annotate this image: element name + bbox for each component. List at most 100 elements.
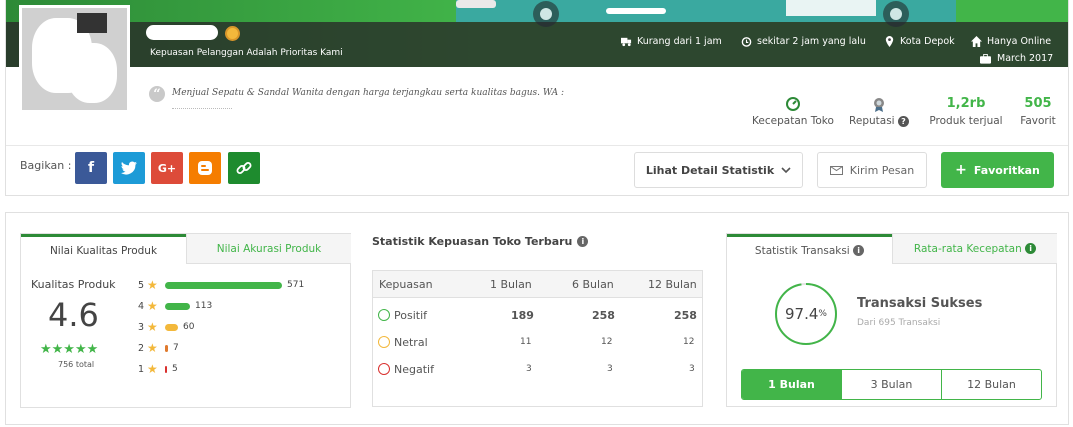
location-pin-icon bbox=[885, 36, 894, 47]
rating-bar bbox=[165, 344, 168, 352]
sold-stat: 1,2rb Produk terjual bbox=[925, 96, 1007, 127]
shop-channel: Hanya Online bbox=[971, 36, 1051, 47]
star-icon: ★ bbox=[147, 341, 158, 355]
favorite-stat: 505 Favorit bbox=[1015, 96, 1061, 127]
rating-count: 60 bbox=[183, 322, 195, 332]
transaction-title: Transaksi Sukses bbox=[857, 296, 983, 311]
send-message-label: Kirim Pesan bbox=[849, 163, 915, 177]
shop-since: March 2017 bbox=[980, 53, 1053, 64]
rating-row-2: 2 ★ 7 bbox=[138, 341, 179, 355]
link-icon bbox=[236, 162, 252, 174]
facebook-icon: f bbox=[87, 160, 95, 176]
rating-bar bbox=[165, 281, 282, 289]
gold-merchant-badge-icon bbox=[225, 26, 240, 41]
shop-name[interactable] bbox=[146, 25, 218, 40]
chevron-down-icon bbox=[781, 166, 791, 173]
table-cell: 3 bbox=[526, 364, 532, 374]
table-cell: 12 bbox=[683, 337, 695, 347]
quote-icon: “ bbox=[149, 86, 165, 102]
transaction-panel: Statistik Transaksi i Rata-rata Kecepata… bbox=[726, 233, 1057, 407]
tab-label: Rata-rata Kecepatan bbox=[913, 242, 1022, 255]
table-cell: 258 bbox=[674, 309, 697, 322]
reputation-medal-icon bbox=[874, 98, 884, 112]
info-icon: i bbox=[853, 245, 865, 256]
twitter-icon bbox=[121, 161, 137, 175]
last-online: sekitar 2 jam yang lalu bbox=[741, 36, 866, 47]
google-plus-share-button[interactable]: G+ bbox=[151, 152, 183, 184]
star-icon: ★ bbox=[147, 320, 158, 334]
speed-stat[interactable]: Kecepatan Toko bbox=[749, 96, 837, 127]
share-label: Bagikan : bbox=[20, 159, 72, 172]
favorite-stat-label: Favorit bbox=[1020, 115, 1056, 127]
product-quality-panel: Nilai Kualitas Produk Nilai Akurasi Prod… bbox=[20, 233, 351, 408]
star-icon: ★ bbox=[147, 362, 158, 376]
info-icon[interactable]: i bbox=[577, 236, 589, 247]
table-cell: 3 bbox=[689, 364, 695, 374]
neutral-face-icon bbox=[378, 336, 390, 348]
facebook-share-button[interactable]: f bbox=[75, 152, 107, 184]
period-1-month[interactable]: 1 Bulan bbox=[742, 370, 841, 399]
quality-title: Kualitas Produk bbox=[31, 278, 116, 291]
info-icon: i bbox=[1025, 243, 1037, 254]
twitter-share-button[interactable] bbox=[113, 152, 145, 184]
satisfaction-title: Statistik Kepuasan Toko Terbaru i bbox=[372, 235, 589, 248]
rating-bar bbox=[165, 365, 167, 373]
satisfaction-table: Kepuasan 1 Bulan 6 Bulan 12 Bulan Positi… bbox=[372, 270, 703, 407]
help-icon[interactable]: ? bbox=[897, 116, 909, 127]
favorite-stat-value: 505 bbox=[1024, 96, 1052, 111]
period-12-months[interactable]: 12 Bulan bbox=[941, 370, 1041, 399]
table-cell: 258 bbox=[592, 309, 615, 322]
row-label: Netral bbox=[394, 336, 428, 349]
shop-tagline: Kepuasan Pelanggan Adalah Prioritas Kami bbox=[150, 48, 343, 58]
rating-star-number: 4 bbox=[138, 300, 145, 312]
rating-count: 113 bbox=[195, 301, 213, 311]
blogger-icon bbox=[198, 161, 212, 175]
favorite-button-label: Favoritkan bbox=[973, 163, 1040, 177]
shop-statistics-card: Nilai Kualitas Produk Nilai Akurasi Prod… bbox=[5, 212, 1069, 425]
speedometer-icon bbox=[786, 97, 800, 111]
column-header: 1 Bulan bbox=[490, 278, 532, 291]
rating-count: 7 bbox=[173, 343, 179, 353]
success-rate-unit: % bbox=[818, 309, 827, 319]
success-rate-number: 97.4 bbox=[785, 305, 819, 323]
detail-statistics-label: Lihat Detail Statistik bbox=[645, 163, 775, 177]
column-header: 6 Bulan bbox=[572, 278, 614, 291]
shop-description: Menjual Sepatu & Sandal Wanita dengan ha… bbox=[172, 88, 565, 98]
shop-description-continued bbox=[172, 108, 232, 112]
success-rate-value: 97.4% bbox=[774, 282, 838, 346]
tab-product-quality[interactable]: Nilai Kualitas Produk bbox=[21, 234, 186, 264]
star-rating-icon: ★★★★★ bbox=[40, 342, 99, 357]
rating-star-number: 1 bbox=[138, 363, 145, 375]
shop-header-card: Kepuasan Pelanggan Adalah Prioritas Kami… bbox=[5, 0, 1069, 196]
table-cell: 3 bbox=[607, 364, 613, 374]
sold-stat-value: 1,2rb bbox=[946, 96, 986, 111]
tab-average-speed[interactable]: Rata-rata Kecepatan i bbox=[892, 234, 1057, 264]
rating-star-number: 5 bbox=[138, 279, 145, 291]
send-message-button[interactable]: Kirim Pesan bbox=[817, 152, 927, 188]
table-cell: 189 bbox=[511, 309, 534, 322]
transaction-subtitle: Dari 695 Transaksi bbox=[857, 318, 941, 328]
reputation-stat-label: Reputasi bbox=[849, 115, 895, 127]
rating-row-3: 3 ★ 60 bbox=[138, 320, 194, 334]
sold-stat-label: Produk terjual bbox=[929, 115, 1003, 127]
rating-star-number: 3 bbox=[138, 321, 145, 333]
table-row-negative: Negatif bbox=[378, 363, 434, 376]
copy-link-button[interactable] bbox=[228, 152, 260, 184]
row-label: Positif bbox=[394, 309, 427, 322]
tab-label: Statistik Transaksi bbox=[754, 244, 850, 257]
rating-bar bbox=[165, 323, 178, 331]
shop-avatar[interactable] bbox=[19, 5, 130, 113]
blogger-share-button[interactable] bbox=[189, 152, 221, 184]
speed-stat-label: Kecepatan Toko bbox=[752, 115, 834, 127]
favorite-button[interactable]: + Favoritkan bbox=[941, 152, 1054, 188]
briefcase-icon bbox=[980, 53, 991, 64]
row-label: Negatif bbox=[394, 363, 434, 376]
table-cell: 11 bbox=[520, 337, 532, 347]
reputation-stat[interactable]: Reputasi ? bbox=[844, 96, 914, 127]
tab-product-accuracy[interactable]: Nilai Akurasi Produk bbox=[186, 234, 351, 264]
rating-row-4: 4 ★ 113 bbox=[138, 299, 212, 313]
period-3-months[interactable]: 3 Bulan bbox=[841, 370, 941, 399]
detail-statistics-dropdown[interactable]: Lihat Detail Statistik bbox=[634, 152, 803, 188]
truck-icon bbox=[621, 37, 632, 47]
tab-transaction-statistics[interactable]: Statistik Transaksi i bbox=[727, 234, 892, 264]
